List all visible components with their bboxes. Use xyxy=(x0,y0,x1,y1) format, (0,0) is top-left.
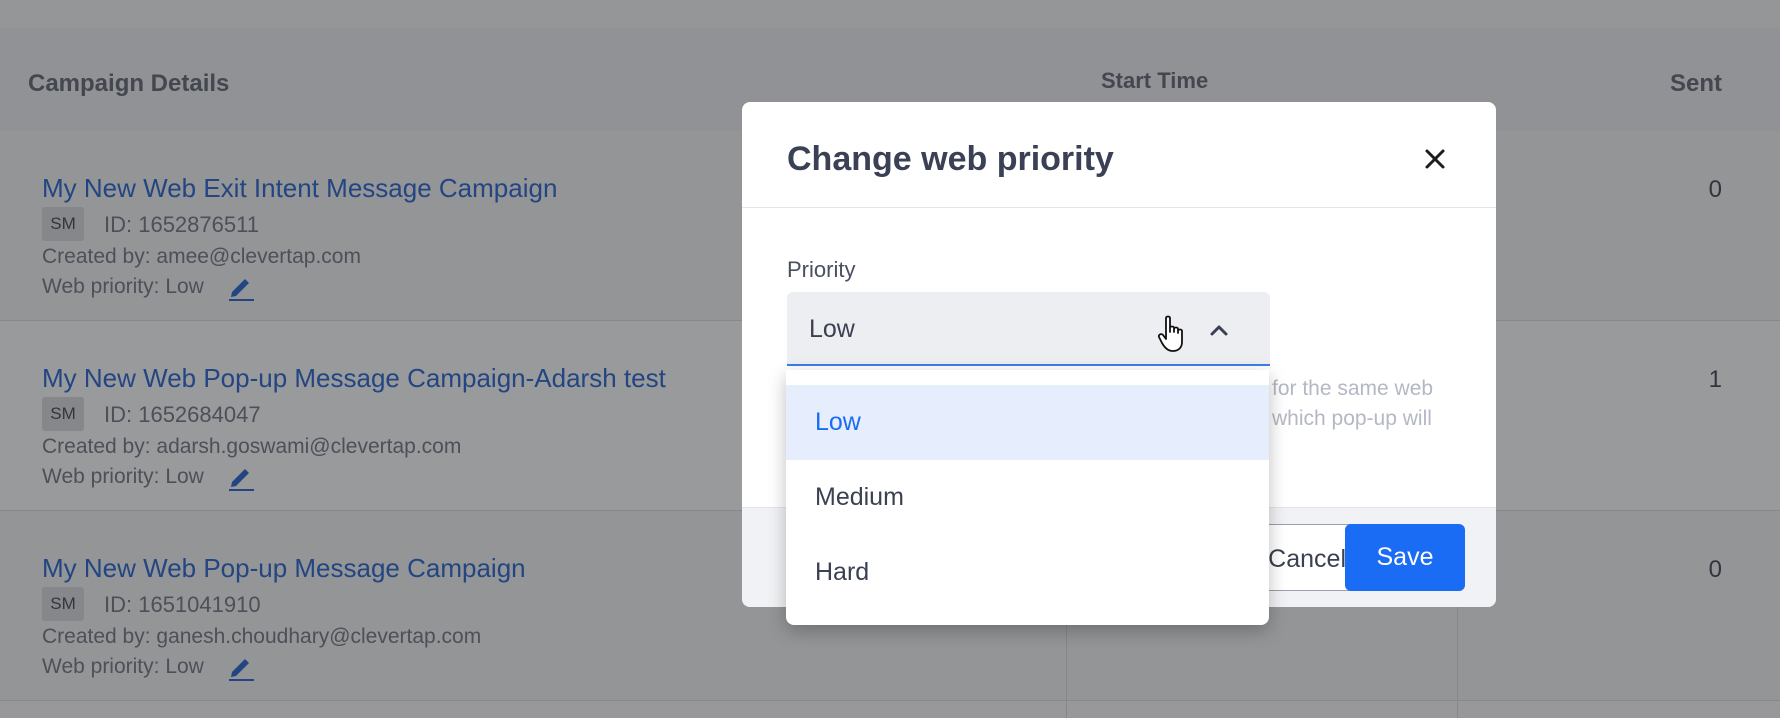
priority-dropdown-menu: Low Medium Hard xyxy=(786,370,1269,625)
dropdown-option-low[interactable]: Low xyxy=(786,385,1269,460)
option-label: Low xyxy=(815,408,861,436)
priority-select-value: Low xyxy=(809,315,855,343)
close-icon[interactable] xyxy=(1418,142,1452,176)
hint-line: for the same web xyxy=(1272,377,1434,400)
modal-divider xyxy=(742,207,1496,208)
dropdown-option-hard[interactable]: Hard xyxy=(786,535,1269,610)
priority-select[interactable]: Low xyxy=(787,292,1270,366)
priority-hint-text: for the same web which pop-up will xyxy=(1272,374,1433,434)
dropdown-option-medium[interactable]: Medium xyxy=(786,460,1269,535)
hint-line: which pop-up will xyxy=(1272,407,1432,430)
cancel-button-label: Cancel xyxy=(1268,545,1346,573)
save-button[interactable]: Save xyxy=(1345,524,1465,591)
chevron-up-icon xyxy=(1210,325,1228,336)
option-label: Medium xyxy=(815,483,904,511)
hand-cursor-icon xyxy=(1157,315,1183,352)
modal-title: Change web priority xyxy=(787,140,1114,178)
priority-label: Priority xyxy=(787,257,856,282)
option-label: Hard xyxy=(815,558,870,586)
